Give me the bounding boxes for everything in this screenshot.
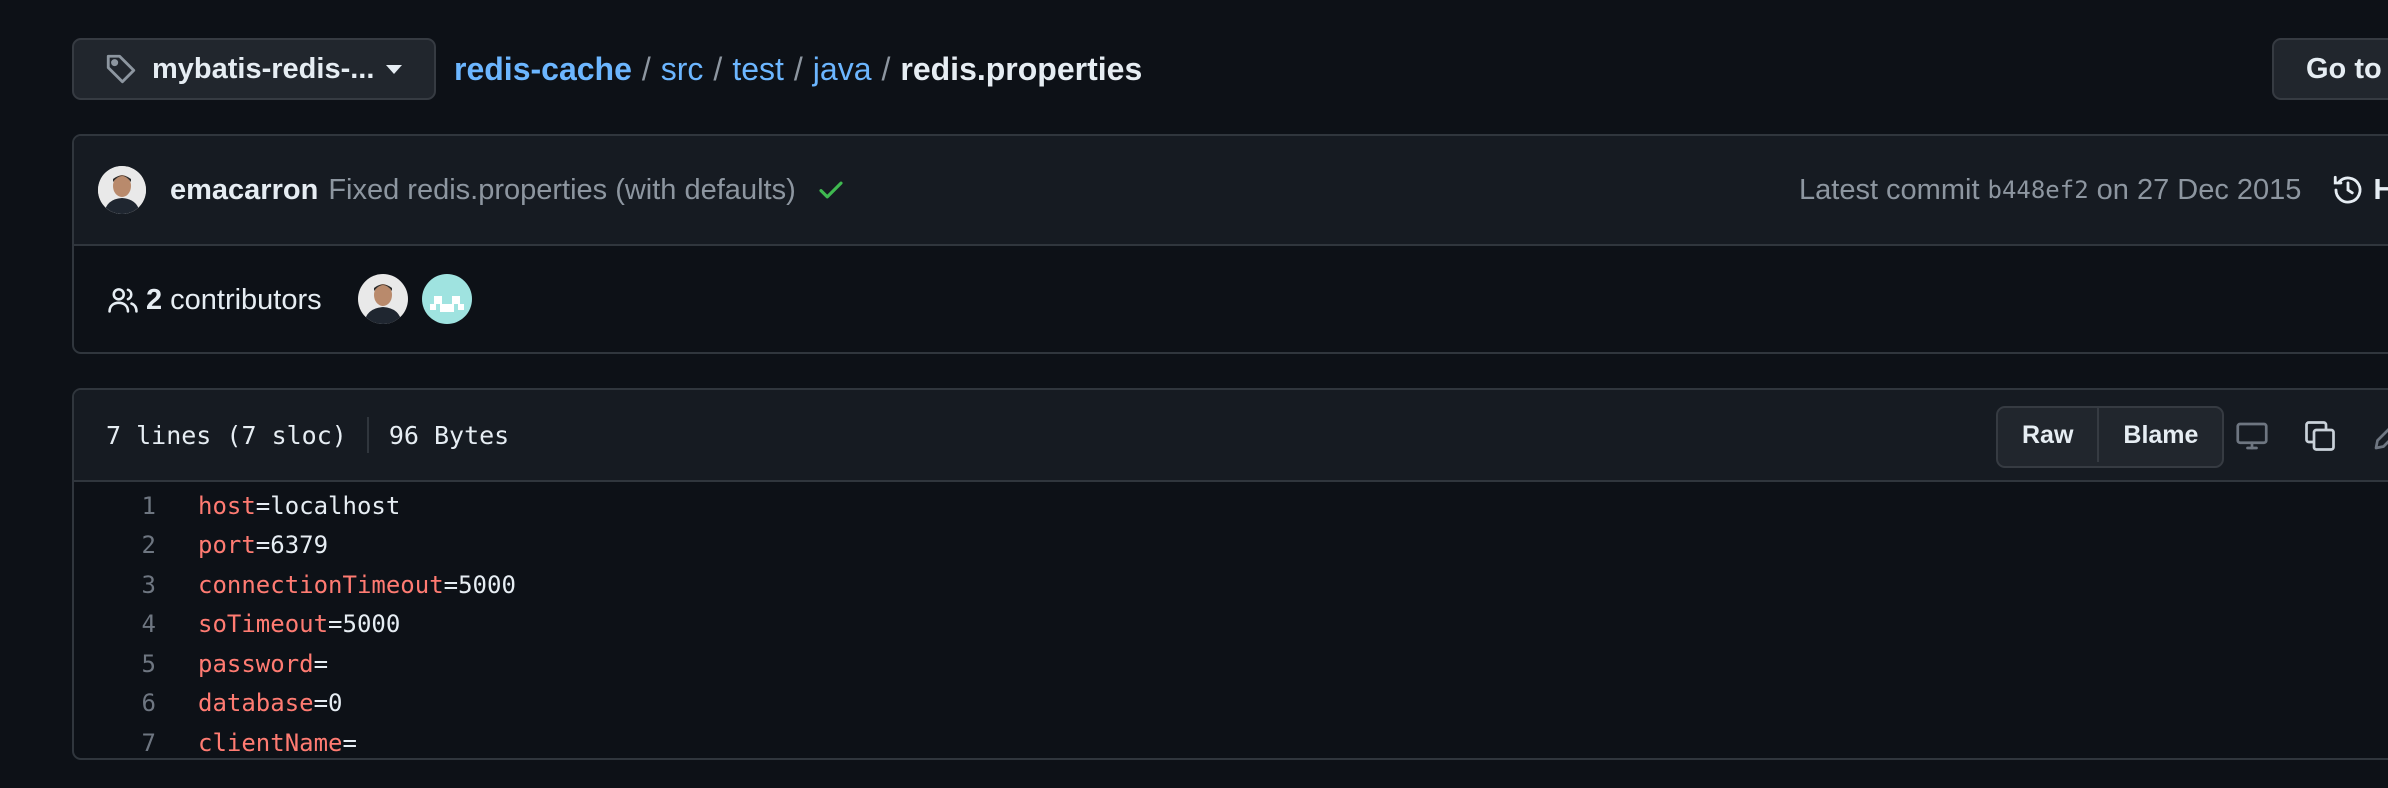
chevron-down-icon bbox=[386, 64, 402, 74]
breadcrumb-src-link[interactable]: src bbox=[661, 51, 704, 88]
file-box: 7 lines (7 sloc) 96 Bytes Raw Blame 1 ho… bbox=[72, 388, 2388, 760]
raw-button[interactable]: Raw bbox=[1998, 408, 2097, 462]
property-key: database bbox=[198, 689, 314, 718]
contributor-avatar[interactable] bbox=[422, 274, 472, 324]
check-icon[interactable] bbox=[816, 175, 846, 205]
code-line: 1 host=localhost bbox=[74, 486, 2388, 526]
commit-message-link[interactable]: Fixed redis.properties (with defaults) bbox=[328, 174, 795, 207]
breadcrumb-separator: / bbox=[793, 50, 803, 87]
equals-sign: = bbox=[255, 491, 271, 520]
desktop-icon[interactable] bbox=[2234, 418, 2270, 454]
file-info: 7 lines (7 sloc) 96 Bytes bbox=[106, 390, 509, 480]
commit-box: emacarron Fixed redis.properties (with d… bbox=[72, 134, 2388, 354]
latest-commit-row: emacarron Fixed redis.properties (with d… bbox=[74, 136, 2388, 246]
tag-icon bbox=[104, 52, 138, 86]
file-header: 7 lines (7 sloc) 96 Bytes Raw Blame bbox=[74, 390, 2388, 482]
branch-selector-button[interactable]: mybatis-redis-... bbox=[72, 38, 436, 100]
code-line: 6 database=0 bbox=[74, 684, 2388, 724]
file-size: 96 Bytes bbox=[388, 420, 510, 450]
code-line: 4 soTimeout=5000 bbox=[74, 605, 2388, 645]
line-number[interactable]: 1 bbox=[74, 492, 156, 520]
property-key: soTimeout bbox=[198, 610, 329, 639]
contributors-label: contributors bbox=[170, 283, 322, 316]
contributor-avatars bbox=[358, 274, 486, 324]
equals-sign: = bbox=[255, 531, 271, 560]
people-icon bbox=[106, 283, 140, 317]
breadcrumb-file-name: redis.properties bbox=[900, 50, 1143, 87]
code-line: 3 connectionTimeout=5000 bbox=[74, 565, 2388, 605]
code-view: 1 host=localhost 2 port=6379 3 connectio… bbox=[74, 482, 2388, 758]
property-key: port bbox=[198, 531, 256, 560]
commit-sha-link[interactable]: b448ef2 bbox=[1988, 176, 2089, 204]
commit-summary: emacarron Fixed redis.properties (with d… bbox=[170, 136, 846, 244]
line-content: port=6379 bbox=[156, 531, 328, 559]
equals-sign: = bbox=[328, 610, 343, 639]
breadcrumb-separator: / bbox=[881, 50, 891, 87]
file-lines-info: 7 lines (7 sloc) bbox=[106, 420, 347, 450]
copy-icon[interactable] bbox=[2302, 418, 2338, 454]
commit-meta: Latest commit b448ef2 on 27 Dec 2015 H bbox=[1799, 136, 2388, 244]
equals-sign: = bbox=[342, 728, 357, 757]
property-key: password bbox=[198, 649, 314, 678]
line-content: connectionTimeout=5000 bbox=[156, 571, 516, 599]
line-number[interactable]: 4 bbox=[74, 610, 156, 638]
history-label: H bbox=[2373, 174, 2388, 207]
property-value: localhost bbox=[270, 491, 401, 520]
pencil-icon[interactable] bbox=[2370, 418, 2388, 454]
code-line: 2 port=6379 bbox=[74, 526, 2388, 566]
property-key: clientName bbox=[198, 728, 343, 757]
line-content: password= bbox=[156, 650, 328, 678]
history-clock-icon bbox=[2331, 173, 2365, 207]
line-number[interactable]: 6 bbox=[74, 689, 156, 717]
equals-sign: = bbox=[313, 649, 329, 678]
breadcrumb-separator: / bbox=[641, 50, 651, 87]
file-info-divider bbox=[366, 417, 369, 453]
equals-sign: = bbox=[443, 570, 459, 599]
history-link[interactable]: H bbox=[2331, 173, 2388, 207]
property-key: connectionTimeout bbox=[198, 570, 444, 599]
commit-date: on 27 Dec 2015 bbox=[2096, 173, 2302, 206]
line-number[interactable]: 5 bbox=[74, 650, 156, 678]
line-content: soTimeout=5000 bbox=[156, 610, 400, 638]
line-content: database=0 bbox=[156, 689, 343, 717]
contributors-count: 2 bbox=[146, 283, 163, 316]
blame-button[interactable]: Blame bbox=[2097, 408, 2222, 462]
code-line: 5 password= bbox=[74, 644, 2388, 684]
contributors-row: 2 contributors bbox=[74, 246, 2388, 352]
line-content: host=localhost bbox=[156, 492, 400, 520]
property-value: 5000 bbox=[342, 610, 401, 639]
code-line: 7 clientName= bbox=[74, 723, 2388, 758]
author-avatar[interactable] bbox=[98, 166, 146, 214]
raw-blame-button-group: Raw Blame bbox=[1996, 406, 2225, 468]
breadcrumb-separator: / bbox=[713, 50, 723, 87]
property-key: host bbox=[198, 491, 256, 520]
latest-commit-label: Latest commit bbox=[1799, 173, 1980, 206]
breadcrumb-test-link[interactable]: test bbox=[732, 51, 784, 88]
property-value: 6379 bbox=[270, 531, 329, 560]
line-content: clientName= bbox=[156, 729, 357, 757]
line-number[interactable]: 7 bbox=[74, 729, 156, 757]
contributor-avatar[interactable] bbox=[358, 274, 408, 324]
line-number[interactable]: 2 bbox=[74, 531, 156, 559]
equals-sign: = bbox=[313, 689, 329, 718]
line-number[interactable]: 3 bbox=[74, 571, 156, 599]
breadcrumb: redis-cache / src / test / java / redis.… bbox=[454, 38, 1142, 100]
commit-author-link[interactable]: emacarron bbox=[170, 174, 318, 207]
file-view-page: mybatis-redis-... redis-cache / src / te… bbox=[0, 0, 2388, 788]
branch-label: mybatis-redis-... bbox=[152, 52, 375, 85]
property-value: 0 bbox=[328, 689, 343, 718]
breadcrumb-repo-link[interactable]: redis-cache bbox=[454, 51, 632, 88]
top-bar: mybatis-redis-... redis-cache / src / te… bbox=[72, 38, 2388, 102]
breadcrumb-java-link[interactable]: java bbox=[813, 51, 872, 88]
go-to-file-button[interactable]: Go to file bbox=[2272, 38, 2388, 100]
contributors-link[interactable]: 2 contributors bbox=[106, 246, 322, 352]
property-value: 5000 bbox=[458, 570, 516, 599]
